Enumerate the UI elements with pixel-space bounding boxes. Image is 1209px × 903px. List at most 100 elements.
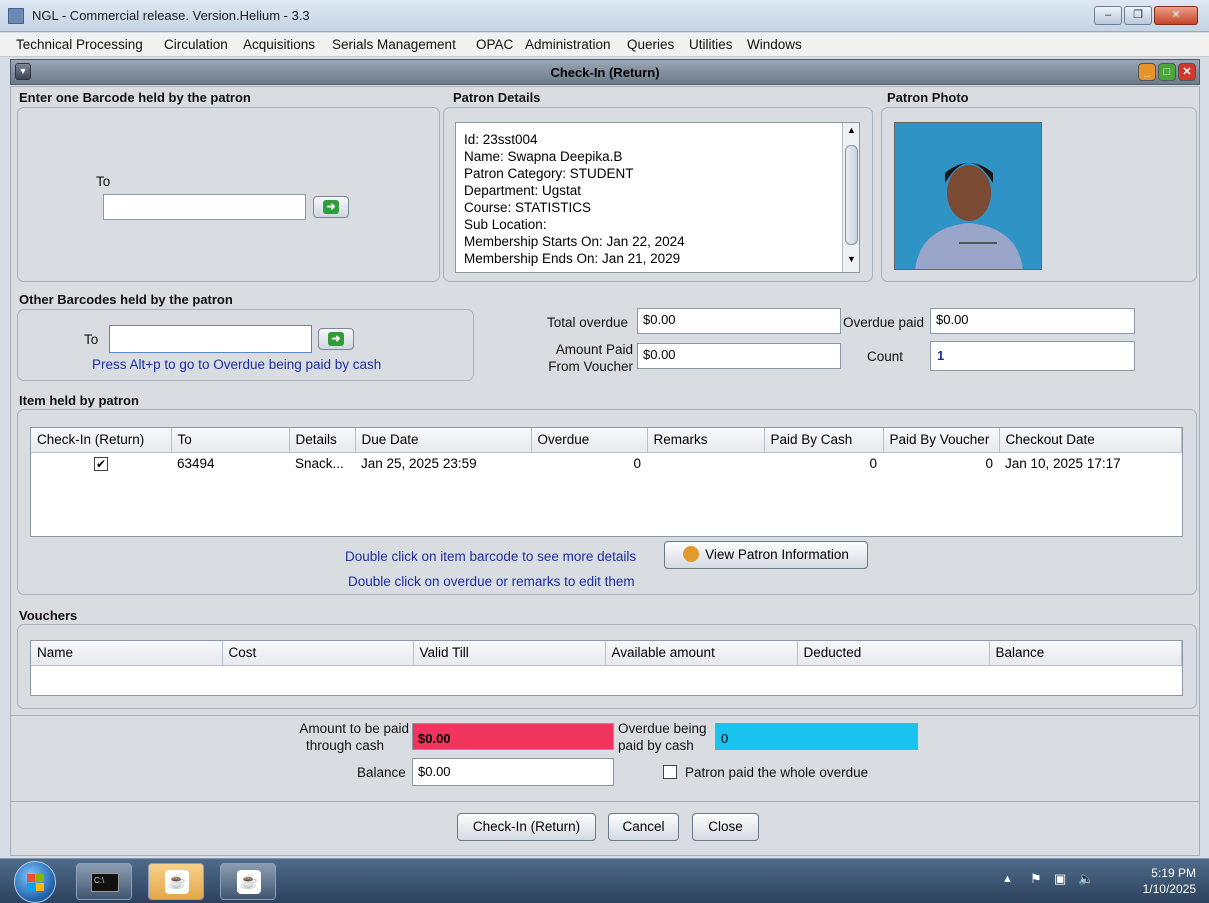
barcode-go-button[interactable]: ➜ [313, 196, 349, 218]
menu-technical-processing[interactable]: Technical Processing [16, 37, 143, 52]
vouchers-panel: Name Cost Valid Till Available amount De… [17, 624, 1197, 709]
col-remarks[interactable]: Remarks [647, 428, 765, 453]
alt-p-hint: Press Alt+p to go to Overdue being paid … [92, 357, 382, 372]
checkin-button[interactable]: Check-In (Return) [457, 813, 596, 841]
java-icon: ☕ [165, 870, 189, 894]
restore-icon[interactable]: ❐ [1124, 6, 1152, 25]
user-icon [683, 546, 700, 562]
menu-serials-management[interactable]: Serials Management [332, 37, 456, 52]
cash-amount-label-line1: Amount to be paid [299, 721, 409, 736]
table-row[interactable]: ✔ 63494 Snack... Jan 25, 2025 23:59 0 0 … [31, 452, 1182, 474]
item-barcode[interactable]: 63494 [171, 452, 289, 474]
patron-membership-end: Membership Ends On: Jan 21, 2029 [464, 251, 681, 266]
scroll-down-icon[interactable]: ▼ [845, 254, 858, 268]
frame-title: Check-In (Return) [550, 65, 660, 80]
amount-paid-voucher-label: Amount Paid From Voucher [543, 341, 633, 375]
close-button[interactable]: Close [692, 813, 759, 841]
col-voucher-available[interactable]: Available amount [605, 641, 798, 666]
clock-time: 5:19 PM [1151, 866, 1196, 880]
items-panel: Check-In (Return) To Details Due Date Ov… [17, 409, 1197, 595]
window-title: NGL - Commercial release. Version.Helium… [32, 8, 310, 23]
patron-name: Name: Swapna Deepika.B [464, 149, 623, 164]
cash-amount-field[interactable]: $0.00 [412, 723, 614, 750]
close-window-button[interactable]: ✕ [1154, 6, 1198, 25]
col-voucher-cost[interactable]: Cost [222, 641, 414, 666]
overdue-paid-label: Overdue paid [843, 315, 925, 330]
col-paid-by-cash[interactable]: Paid By Cash [764, 428, 884, 453]
menu-queries[interactable]: Queries [627, 37, 674, 52]
frame-maximize-icon[interactable]: □ [1158, 63, 1176, 81]
show-hidden-icons[interactable]: ▲ [1002, 873, 1013, 885]
flag-icon[interactable]: ⚑ [1030, 871, 1042, 887]
checkin-checkbox[interactable]: ✔ [94, 456, 108, 471]
scroll-up-icon[interactable]: ▲ [845, 125, 858, 139]
col-checkout-date[interactable]: Checkout Date [999, 428, 1182, 453]
checkin-content: Enter one Barcode held by the patron To … [10, 86, 1200, 856]
col-overdue[interactable]: Overdue [531, 428, 648, 453]
app-icon [8, 8, 24, 24]
menu-utilities[interactable]: Utilities [689, 37, 733, 52]
patron-photo-image [895, 123, 1041, 269]
col-voucher-valid-till[interactable]: Valid Till [413, 641, 606, 666]
overdue-cash-field[interactable]: 0 [715, 723, 918, 750]
scroll-thumb[interactable] [845, 145, 858, 245]
item-due-date[interactable]: Jan 25, 2025 23:59 [355, 452, 531, 474]
internal-frame-header: ▼ Check-In (Return) _ □ ✕ [10, 59, 1200, 85]
col-voucher-balance[interactable]: Balance [989, 641, 1182, 666]
barcode-input[interactable] [103, 194, 306, 220]
balance-field[interactable]: $0.00 [412, 758, 614, 786]
menu-circulation[interactable]: Circulation [164, 37, 228, 52]
whole-overdue-checkbox[interactable] [663, 765, 677, 779]
item-overdue[interactable]: 0 [531, 452, 647, 474]
items-section-title: Item held by patron [19, 393, 139, 408]
menu-opac[interactable]: OPAC [476, 37, 513, 52]
item-paid-cash[interactable]: 0 [764, 452, 883, 474]
cash-amount-label: Amount to be paid through cash [281, 720, 409, 754]
clock[interactable]: 5:19 PM 1/10/2025 [1116, 865, 1196, 897]
col-to[interactable]: To [171, 428, 290, 453]
taskbar-cmd[interactable]: C:\ [76, 863, 132, 900]
taskbar-java[interactable]: ☕ [220, 863, 276, 900]
overdue-cash-label-line1: Overdue being [618, 721, 707, 736]
item-paid-voucher[interactable]: 0 [883, 452, 999, 474]
item-details[interactable]: Snack... [289, 452, 355, 474]
overdue-edit-hint: Double click on overdue or remarks to ed… [348, 574, 635, 589]
frame-close-icon[interactable]: ✕ [1178, 63, 1196, 81]
divider [11, 801, 1199, 802]
menu-acquisitions[interactable]: Acquisitions [243, 37, 315, 52]
count-label: Count [867, 349, 904, 364]
item-remarks[interactable] [647, 452, 764, 474]
barcode-to-label: To [96, 174, 111, 189]
frame-minimize-icon[interactable]: _ [1138, 63, 1156, 81]
count-field[interactable]: 1 [930, 341, 1135, 371]
network-icon[interactable]: ▣ [1054, 871, 1066, 887]
volume-icon[interactable]: 🔈 [1078, 871, 1094, 887]
taskbar-java-active[interactable]: ☕ [148, 863, 204, 900]
col-checkin[interactable]: Check-In (Return) [31, 428, 172, 453]
menu-administration[interactable]: Administration [525, 37, 611, 52]
patron-category: Patron Category: STUDENT [464, 166, 634, 181]
other-barcodes-go-button[interactable]: ➜ [318, 328, 354, 350]
total-overdue-field[interactable]: $0.00 [637, 308, 841, 334]
menu-windows[interactable]: Windows [747, 37, 802, 52]
other-barcodes-to-label: To [84, 332, 99, 347]
col-paid-by-voucher[interactable]: Paid By Voucher [883, 428, 1000, 453]
patron-details-text: Id: 23sst004 Name: Swapna Deepika.B Patr… [464, 131, 685, 267]
minimize-icon[interactable]: – [1094, 6, 1122, 25]
view-patron-info-button[interactable]: View Patron Information [664, 541, 868, 569]
patron-details-scrollbar[interactable]: ▲ ▼ [842, 123, 859, 272]
other-barcodes-input[interactable] [109, 325, 312, 353]
overdue-paid-field[interactable]: $0.00 [930, 308, 1135, 334]
col-due-date[interactable]: Due Date [355, 428, 532, 453]
item-checkout-date[interactable]: Jan 10, 2025 17:17 [999, 452, 1182, 474]
patron-course: Course: STATISTICS [464, 200, 592, 215]
cash-amount-label-line2: through cash [306, 738, 385, 753]
col-voucher-name[interactable]: Name [31, 641, 223, 666]
start-button[interactable] [14, 861, 56, 903]
cancel-button[interactable]: Cancel [608, 813, 679, 841]
item-barcode-hint: Double click on item barcode to see more… [345, 549, 637, 564]
arrow-right-icon: ➜ [328, 332, 344, 346]
col-details[interactable]: Details [289, 428, 356, 453]
col-voucher-deducted[interactable]: Deducted [797, 641, 990, 666]
amount-paid-voucher-field[interactable]: $0.00 [637, 343, 841, 369]
